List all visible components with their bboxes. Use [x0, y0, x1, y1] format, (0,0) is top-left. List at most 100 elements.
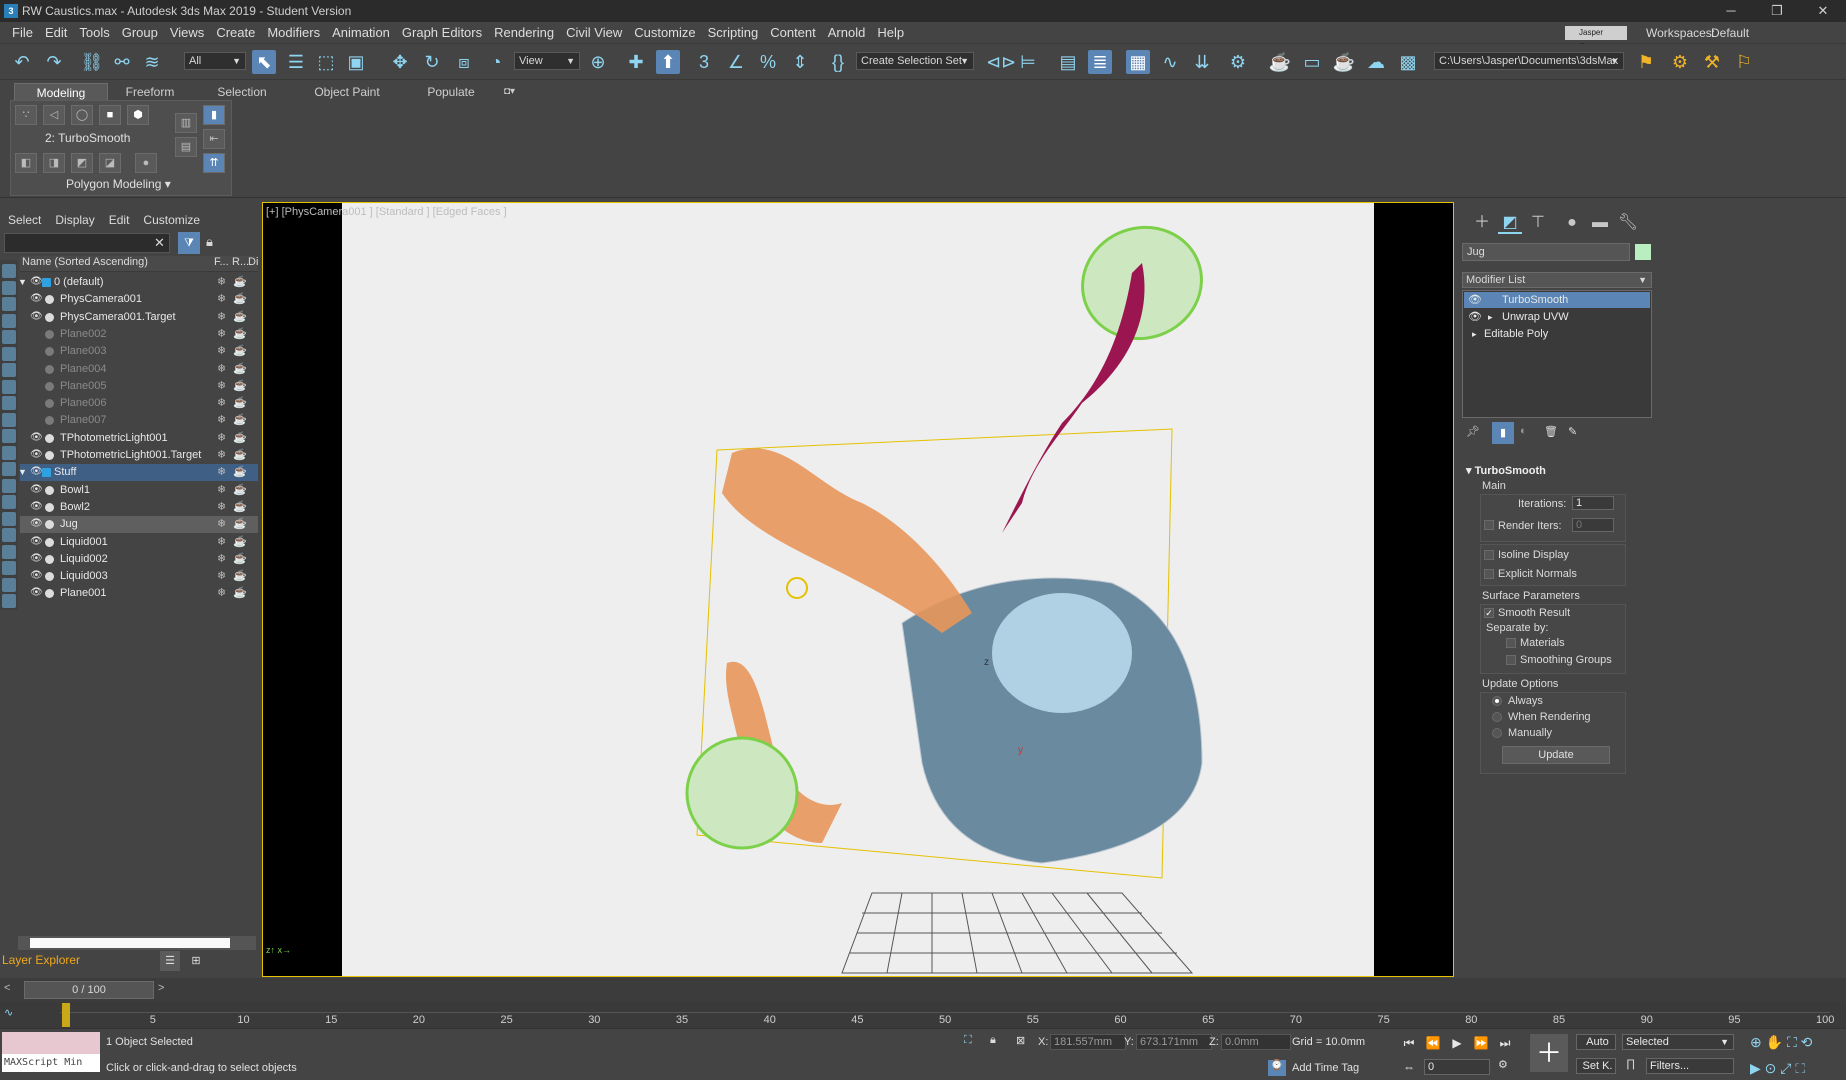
- visibility-eye-icon[interactable]: [30, 346, 42, 356]
- visibility-eye-icon[interactable]: [30, 415, 42, 425]
- project-folder-dropdown[interactable]: C:\Users\Jasper\Documents\3dsMax ▼: [1434, 52, 1624, 70]
- visibility-eye-icon[interactable]: 👁︎: [30, 484, 43, 495]
- explorer-menu-select[interactable]: Select: [8, 213, 41, 227]
- polygon-icon[interactable]: ■: [99, 105, 121, 125]
- iterations-spinner[interactable]: 1: [1572, 496, 1614, 510]
- materials-checkbox[interactable]: [1506, 638, 1516, 648]
- freeze-icon[interactable]: ❄: [217, 343, 226, 360]
- display-tab-icon[interactable]: ▬: [1588, 212, 1612, 234]
- rect-region-icon[interactable]: ⬚: [314, 50, 338, 74]
- tree-row[interactable]: 👁︎ Liquid003 ❄ ☕: [20, 568, 258, 585]
- filters-button[interactable]: Filters...: [1646, 1058, 1734, 1074]
- menu-help[interactable]: Help: [871, 25, 910, 40]
- freeze-icon[interactable]: ❄: [217, 482, 226, 499]
- x-coordinate-field[interactable]: 181.557mm: [1050, 1034, 1126, 1050]
- tree-row[interactable]: 👁︎ ▼ 0 (default) ❄ ☕: [18, 274, 258, 291]
- show-end-result-icon[interactable]: ▤: [175, 137, 197, 157]
- window-crossing-icon[interactable]: ▣: [344, 50, 368, 74]
- keyboard-shortcut-override-icon[interactable]: ⬆: [656, 50, 680, 74]
- modifier-list-dropdown[interactable]: Modifier List ▼: [1462, 272, 1652, 288]
- vertex-icon[interactable]: ∵: [15, 105, 37, 125]
- angle-snap-icon[interactable]: ∠: [724, 50, 748, 74]
- explorer-hscrollbar[interactable]: [18, 936, 256, 950]
- rollout-title[interactable]: ▾ TurboSmooth: [1466, 464, 1546, 477]
- renderable-icon[interactable]: ☕: [233, 534, 247, 551]
- renderable-icon[interactable]: ☕: [233, 585, 247, 602]
- select-object-icon[interactable]: ⬉: [252, 50, 276, 74]
- freeze-icon[interactable]: ❄: [217, 534, 226, 551]
- modifier-toggle-eye-icon[interactable]: 👁︎: [1468, 292, 1482, 308]
- ribbon-icon[interactable]: ▦: [1126, 50, 1150, 74]
- undo-icon[interactable]: ↶: [10, 50, 34, 74]
- app-icon[interactable]: 3: [4, 4, 18, 18]
- explorer-filter-icon[interactable]: [2, 313, 16, 328]
- tree-row[interactable]: 👁︎ TPhotometricLight001 ❄ ☕: [20, 430, 258, 447]
- explorer-filter-icon[interactable]: [2, 396, 16, 410]
- modifier-toggle-eye-icon[interactable]: 👁︎: [1468, 309, 1482, 325]
- expand-toggle-icon[interactable]: ▼: [18, 274, 27, 291]
- percent-snap-icon[interactable]: %: [756, 50, 780, 74]
- visibility-eye-icon[interactable]: [30, 381, 42, 391]
- menu-customize[interactable]: Customize: [628, 25, 701, 40]
- preview-subobj-icon[interactable]: ◪: [99, 153, 121, 173]
- tree-row[interactable]: 👁︎ ▼ Stuff ❄ ☕: [18, 464, 258, 482]
- freeze-icon[interactable]: ❄: [217, 516, 226, 533]
- current-frame-field[interactable]: 0: [1424, 1059, 1490, 1075]
- pin-stack-icon[interactable]: ▮: [203, 105, 225, 125]
- edge-icon[interactable]: ◁: [43, 105, 65, 125]
- renderable-icon[interactable]: ☕: [233, 412, 247, 429]
- freeze-icon[interactable]: ❄: [217, 585, 226, 602]
- tree-row[interactable]: 👁︎ Bowl1 ❄ ☕: [20, 482, 258, 499]
- viewport-shading-label[interactable]: [Standard ]: [376, 206, 430, 218]
- tree-row[interactable]: 👁︎ Jug ❄ ☕: [20, 516, 258, 534]
- border-icon[interactable]: ◯: [71, 105, 93, 125]
- object-name-field[interactable]: Jug: [1462, 243, 1630, 261]
- tab-modeling[interactable]: Modeling: [14, 83, 108, 101]
- polygon-modeling-label[interactable]: Polygon Modeling ▾: [66, 177, 171, 191]
- modifier-stack-item[interactable]: 👁︎ ▸ Unwrap UVW: [1464, 309, 1650, 325]
- viewport-nav-icons-2[interactable]: ▶ ⊙ ⤢ ⛶: [1750, 1060, 1805, 1077]
- renderable-icon[interactable]: ☕: [233, 516, 247, 533]
- renderable-icon[interactable]: ☕: [233, 464, 247, 481]
- menu-animation[interactable]: Animation: [326, 25, 396, 40]
- renderable-icon[interactable]: ☕: [233, 499, 247, 516]
- maxscript-listener-pink[interactable]: [2, 1032, 100, 1054]
- explorer-menu-edit[interactable]: Edit: [109, 213, 130, 227]
- tree-row[interactable]: Plane003 ❄ ☕: [20, 343, 258, 360]
- time-tag-icon[interactable]: ⌚: [1268, 1060, 1286, 1076]
- freeze-icon[interactable]: ❄: [217, 568, 226, 585]
- modify-tab-icon[interactable]: ◩: [1498, 212, 1522, 234]
- explorer-filter-icon[interactable]: [2, 561, 16, 575]
- renderable-icon[interactable]: ☕: [233, 430, 247, 447]
- tree-row[interactable]: 👁︎ TPhotometricLight001.Target ❄ ☕: [20, 447, 258, 464]
- minimize-button[interactable]: ─: [1708, 0, 1754, 22]
- select-scale-icon[interactable]: ⧈: [452, 50, 476, 74]
- tree-row[interactable]: Plane002 ❄ ☕: [20, 326, 258, 343]
- freeze-icon[interactable]: ❄: [217, 412, 226, 429]
- project-folder-icon[interactable]: ⚙: [1668, 50, 1692, 74]
- visibility-eye-icon[interactable]: 👁︎: [30, 519, 43, 529]
- a360-icon[interactable]: ▩: [1396, 50, 1420, 74]
- element-icon[interactable]: ⬢: [127, 105, 149, 125]
- renderable-icon[interactable]: ☕: [233, 482, 247, 499]
- viewport-camera-label[interactable]: [PhysCamera001 ]: [282, 206, 373, 218]
- explorer-menu-customize[interactable]: Customize: [143, 213, 200, 227]
- next-frame-button[interactable]: >: [158, 982, 164, 994]
- restore-button[interactable]: ❐: [1754, 0, 1800, 22]
- configure-sets-icon[interactable]: ✎: [1568, 425, 1577, 438]
- prev-key-icon[interactable]: ⏪: [1424, 1034, 1442, 1052]
- explorer-filter-icon[interactable]: [2, 511, 16, 526]
- set-project-icon[interactable]: ⚒: [1700, 50, 1724, 74]
- freeze-icon[interactable]: ❄: [217, 395, 226, 412]
- y-coordinate-field[interactable]: 673.171mm: [1136, 1034, 1212, 1050]
- tree-row[interactable]: Plane005 ❄ ☕: [20, 378, 258, 395]
- maxscript-mini-listener[interactable]: MAXScript Min: [2, 1054, 100, 1072]
- renderable-icon[interactable]: ☕: [233, 395, 247, 412]
- object-color-swatch[interactable]: [1635, 244, 1651, 260]
- prev-frame-button[interactable]: <: [4, 982, 10, 994]
- frame-counter[interactable]: 0 / 100: [24, 981, 154, 999]
- time-slider-handle[interactable]: [62, 1003, 70, 1027]
- smoothing-groups-checkbox[interactable]: [1506, 655, 1516, 665]
- explorer-filter-icon[interactable]: [2, 429, 16, 443]
- lock-icon[interactable]: 🔒︎: [206, 234, 213, 250]
